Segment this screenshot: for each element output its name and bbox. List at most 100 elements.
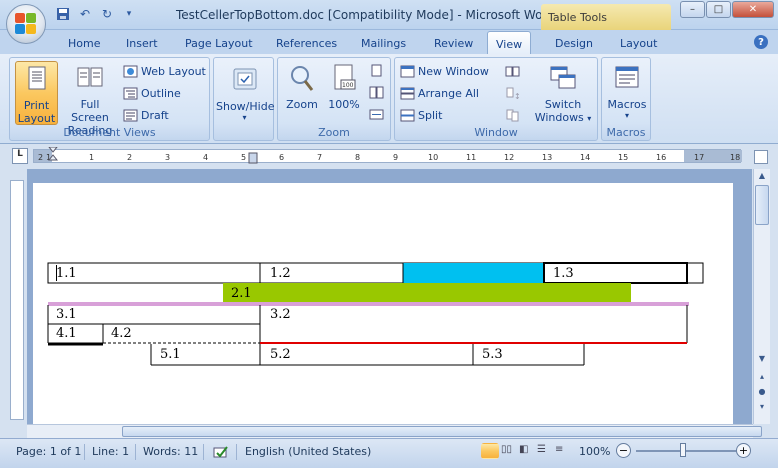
split-button[interactable]: Split	[400, 109, 442, 122]
quick-access-toolbar: ↶ ↻ ▾	[55, 6, 137, 22]
zoom-out-button[interactable]: −	[616, 443, 631, 458]
macros-button[interactable]: Macros ▾	[604, 61, 650, 120]
office-button[interactable]	[6, 4, 46, 44]
zoom-slider-knob[interactable]	[680, 443, 686, 457]
document-page[interactable]: 1.1 1.2 1.3 2.1 3.1 3.2 4.1 4.2 5.1 5.2 …	[33, 183, 733, 424]
group-document-views: Print Layout Full Screen Reading Web Lay…	[9, 57, 210, 141]
cell-3-1[interactable]: 3.1	[56, 307, 77, 322]
svg-text:100: 100	[342, 82, 354, 89]
status-language[interactable]: English (United States)	[245, 445, 371, 458]
vertical-ruler[interactable]	[10, 180, 24, 420]
show-hide-button[interactable]: Show/Hide ▾	[216, 61, 274, 122]
one-page-icon	[371, 64, 382, 77]
green-cell	[223, 283, 631, 302]
zoom-level[interactable]: 100%	[579, 445, 610, 458]
full-screen-reading-icon	[77, 67, 103, 87]
tab-design[interactable]: Design	[555, 37, 593, 50]
one-page-button[interactable]	[369, 64, 384, 77]
zoom-in-button[interactable]: +	[736, 443, 751, 458]
cell-3-2[interactable]: 3.2	[270, 307, 291, 322]
web-layout-icon	[123, 65, 138, 78]
select-browse-object-icon[interactable]: ●	[755, 387, 769, 401]
tab-references[interactable]: References	[276, 37, 337, 50]
cell-1-2[interactable]: 1.2	[270, 266, 291, 281]
status-words[interactable]: Words: 11	[143, 445, 198, 458]
horizontal-scrollbar[interactable]	[27, 424, 762, 438]
tab-page-layout[interactable]: Page Layout	[185, 37, 253, 50]
macros-icon	[615, 66, 639, 88]
customize-qat-icon[interactable]: ▾	[121, 6, 137, 22]
cell-5-3[interactable]: 5.3	[482, 347, 503, 362]
draft-view-icon[interactable]: ≡	[554, 443, 572, 459]
page-width-button[interactable]	[369, 108, 384, 121]
zoom-100-button[interactable]: 100 100%	[324, 61, 364, 111]
cell-5-2[interactable]: 5.2	[270, 347, 291, 362]
status-line[interactable]: Line: 1	[92, 445, 129, 458]
cell-4-1[interactable]: 4.1	[56, 326, 77, 341]
switch-windows-button[interactable]: Switch Windows ▾	[529, 61, 597, 124]
maximize-button[interactable]: □	[706, 1, 731, 18]
reset-window-position-button[interactable]	[505, 109, 520, 122]
text-cursor	[56, 265, 57, 281]
scroll-up-icon[interactable]: ▲	[755, 171, 769, 185]
group-label-document-views: Document Views	[63, 126, 156, 139]
group-label-zoom: Zoom	[318, 126, 350, 139]
indent-marker-icon[interactable]	[48, 147, 58, 165]
tab-selector[interactable]: L	[12, 148, 28, 164]
outline-icon	[123, 87, 138, 100]
group-label-macros: Macros	[606, 126, 646, 139]
cell-1-3[interactable]: 1.3	[553, 266, 574, 281]
status-bar: Page: 1 of 1 Line: 1 Words: 11 English (…	[0, 438, 778, 468]
draft-button[interactable]: Draft	[123, 109, 169, 122]
draft-icon	[123, 109, 138, 122]
tab-layout[interactable]: Layout	[620, 37, 657, 50]
column-marker-icon[interactable]	[248, 152, 258, 164]
web-layout-view-icon[interactable]: ◧	[518, 443, 536, 459]
tab-review[interactable]: Review	[434, 37, 473, 50]
print-layout-button[interactable]: Print Layout	[15, 61, 58, 125]
horizontal-ruler[interactable]: 2 1 1 2 3 4 5 6 7 8 9 10 11 12 13 14 15 …	[33, 147, 742, 165]
two-pages-icon	[369, 86, 384, 99]
arrange-all-icon	[400, 87, 415, 100]
tab-view[interactable]: View	[487, 31, 532, 55]
save-icon[interactable]	[55, 6, 71, 22]
vertical-scrollbar[interactable]: ▲ ▼ ▴ ● ▾	[753, 169, 770, 424]
cell-2-1[interactable]: 2.1	[231, 286, 252, 301]
new-window-button[interactable]: New Window	[400, 65, 489, 78]
tab-insert[interactable]: Insert	[126, 37, 158, 50]
cell-5-1[interactable]: 5.1	[160, 347, 181, 362]
undo-icon[interactable]: ↶	[77, 6, 93, 22]
view-side-by-side-button[interactable]	[505, 65, 520, 78]
synchronous-scrolling-button[interactable]: ↕	[505, 87, 520, 100]
scroll-down-icon[interactable]: ▼	[755, 354, 769, 368]
outline-view-icon[interactable]: ☰	[536, 443, 554, 459]
redo-icon[interactable]: ↻	[99, 6, 115, 22]
vertical-scroll-thumb[interactable]	[755, 185, 769, 225]
zoom-button[interactable]: Zoom	[281, 61, 323, 111]
proofing-icon[interactable]	[212, 444, 230, 460]
outline-button[interactable]: Outline	[123, 87, 181, 100]
minimize-button[interactable]: –	[680, 1, 705, 18]
cell-1-1[interactable]: 1.1	[56, 266, 77, 281]
print-layout-view-icon[interactable]	[481, 443, 499, 459]
cell-4-2[interactable]: 4.2	[111, 326, 132, 341]
tab-home[interactable]: Home	[68, 37, 100, 50]
page-width-icon	[369, 109, 384, 120]
full-screen-view-icon[interactable]: ▯▯	[500, 443, 518, 459]
next-page-icon[interactable]: ▾	[755, 402, 769, 416]
show-hide-icon	[233, 68, 256, 90]
zoom-slider[interactable]	[636, 450, 736, 452]
ribbon: Print Layout Full Screen Reading Web Lay…	[0, 54, 778, 144]
two-pages-button[interactable]	[369, 86, 384, 99]
web-layout-button[interactable]: Web Layout	[123, 65, 206, 78]
arrange-all-button[interactable]: Arrange All	[400, 87, 479, 100]
split-icon	[400, 109, 415, 122]
tab-mailings[interactable]: Mailings	[361, 37, 406, 50]
view-ruler-icon[interactable]	[754, 150, 768, 164]
help-icon[interactable]: ?	[754, 35, 768, 49]
close-button[interactable]: ✕	[732, 1, 774, 18]
document-area: 1.1 1.2 1.3 2.1 3.1 3.2 4.1 4.2 5.1 5.2 …	[27, 169, 752, 424]
previous-page-icon[interactable]: ▴	[755, 372, 769, 386]
status-page[interactable]: Page: 1 of 1	[16, 445, 81, 458]
horizontal-scroll-thumb[interactable]	[122, 426, 762, 437]
